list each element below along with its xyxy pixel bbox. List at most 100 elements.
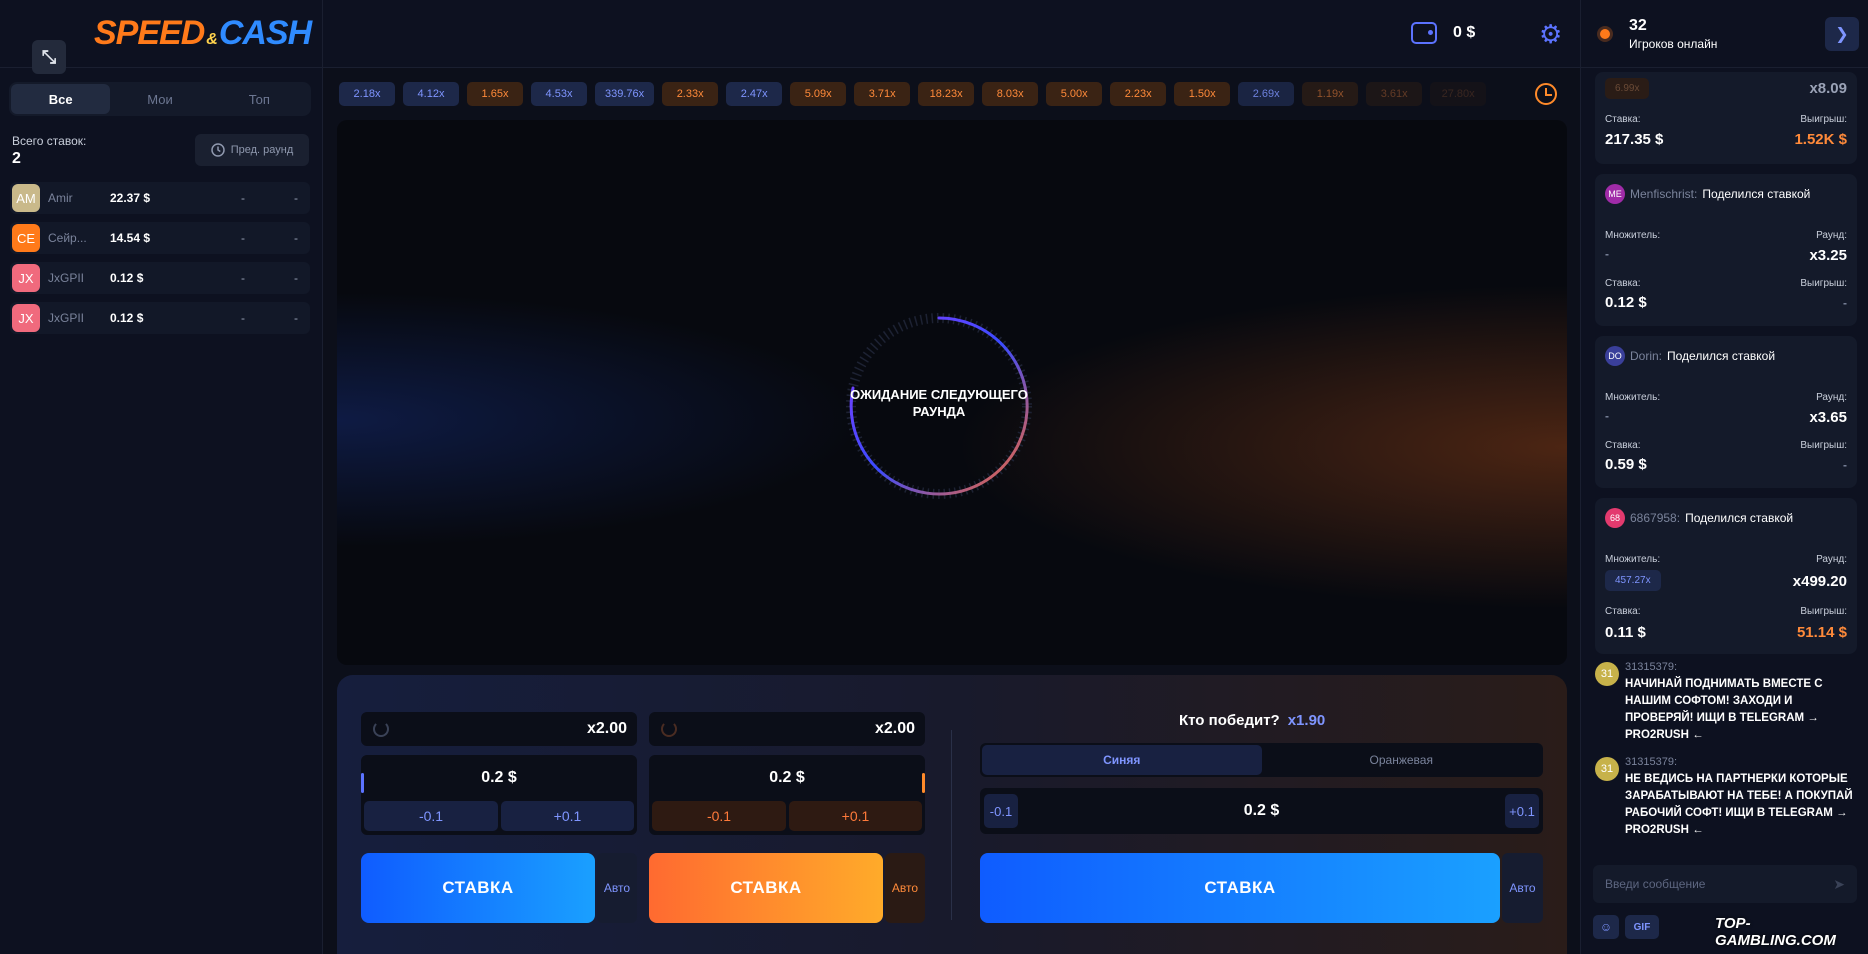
bet-user: Amir	[48, 191, 73, 205]
avatar: CE	[12, 224, 40, 252]
round-value: x3.65	[1809, 409, 1847, 426]
orange-bet-button[interactable]: СТАВКА	[649, 853, 883, 923]
message-author: 31315379:	[1625, 661, 1677, 673]
shared-bet-card: 6.99x x8.09 Ставка: Выигрыш: 217.35 $ 1.…	[1595, 72, 1857, 164]
emoji-icon[interactable]: ☺	[1593, 915, 1619, 939]
orange-minus-button[interactable]: -0.1	[652, 801, 786, 831]
blue-amount-box: 0.2 $ -0.1 +0.1	[361, 755, 637, 835]
orange-plus-button[interactable]: +0.1	[789, 801, 922, 831]
card-action: Поделился ставкой	[1702, 187, 1811, 201]
history-chip: 3.71x	[854, 82, 911, 106]
history-chip: 5.00x	[1046, 82, 1103, 106]
orange-multiplier-value: x2.00	[874, 720, 915, 737]
power-icon[interactable]	[373, 721, 389, 737]
round-label: Раунд:	[1816, 554, 1847, 565]
clock-icon	[210, 143, 225, 157]
win-label: Выигрыш:	[1800, 606, 1847, 617]
bet-user: JxGPII	[48, 311, 85, 325]
bet-amount: 22.37 $	[110, 191, 151, 205]
duel-question: Кто победит?	[1179, 712, 1280, 729]
tab-mine[interactable]: Мои	[110, 84, 209, 114]
history-chip: 5.09x	[790, 82, 847, 106]
game-area: ОЖИДАНИЕ СЛЕДУЮЩЕГО РАУНДА	[337, 120, 1567, 665]
card-header: 68 6867958: Поделился ставкой	[1605, 508, 1793, 528]
avatar: ME	[1605, 184, 1625, 204]
round-label: Раунд:	[1816, 392, 1847, 403]
table-row: AM Amir 22.37 $ - -	[10, 182, 310, 214]
blue-auto-button[interactable]: Авто	[597, 853, 637, 923]
chat-feed: 6.99x x8.09 Ставка: Выигрыш: 217.35 $ 1.…	[1595, 68, 1857, 664]
win-label: Выигрыш:	[1800, 278, 1847, 289]
blue-bet-button[interactable]: СТАВКА	[361, 853, 595, 923]
orange-auto-button[interactable]: Авто	[885, 853, 925, 923]
total-bets-label: Всего ставок:	[12, 134, 87, 148]
bets-list: AM Amir 22.37 $ - - CE Сейр... 14.54 $ -…	[10, 182, 310, 342]
bet-panel: x2.00 0.2 $ -0.1 +0.1 СТАВКА Авто x2.00 …	[337, 675, 1567, 954]
bet-amount: 14.54 $	[110, 231, 151, 245]
duel-coef: x1.90	[1287, 712, 1326, 729]
watermark: TOP-GAMBLING.COM	[1715, 915, 1836, 949]
history-chip: 27.80x	[1430, 82, 1487, 106]
tab-orange-side[interactable]: Оранжевая	[1262, 745, 1542, 775]
multiplier-history: 2.18x 4.12x 1.65x 4.53x 339.76x 2.33x 2.…	[339, 82, 1487, 106]
power-icon[interactable]	[661, 721, 677, 737]
bets-tabs: Все Мои Топ	[9, 82, 311, 116]
gif-button[interactable]: GIF	[1625, 915, 1659, 939]
history-chip: 1.19x	[1302, 82, 1359, 106]
avatar: 31	[1595, 757, 1619, 781]
bet-label: Ставка:	[1605, 606, 1641, 617]
bet-multiplier: -	[241, 271, 245, 285]
history-chip: 8.03x	[982, 82, 1039, 106]
avatar: 31	[1595, 662, 1619, 686]
avatar: 68	[1605, 508, 1625, 528]
online-dot-icon	[1600, 29, 1610, 39]
total-bets-value: 2	[12, 150, 21, 167]
shared-bet-card: ME Menfischrist: Поделился ставкой Множи…	[1595, 174, 1857, 326]
blue-minus-button[interactable]: -0.1	[364, 801, 498, 831]
logo: SPEED &CASH	[94, 14, 312, 52]
send-icon[interactable]: ➤	[1833, 876, 1845, 893]
round-value: x499.20	[1792, 573, 1847, 590]
history-chip: 2.47x	[726, 82, 783, 106]
history-clock-icon[interactable]	[1535, 83, 1557, 105]
history-chip: 2.18x	[339, 82, 395, 106]
history-chip: 3.61x	[1366, 82, 1423, 106]
chevron-right-icon[interactable]: ❯	[1825, 17, 1859, 51]
avatar: JX	[12, 304, 40, 332]
bet-win: -	[294, 271, 298, 285]
tab-all[interactable]: Все	[11, 84, 111, 114]
win-value: 51.14 $	[1796, 624, 1847, 641]
multiplier-pill: 457.27x	[1605, 570, 1661, 591]
message-text: НАЧИНАЙ ПОДНИМАТЬ ВМЕСТЕ С НАШИМ СОФТОМ!…	[1625, 678, 1823, 741]
blue-cashout-multiplier[interactable]: x2.00	[361, 712, 637, 746]
logo-area: SPEED &CASH ⤡	[0, 0, 322, 74]
prev-round-button[interactable]: Пред. раунд	[195, 134, 309, 166]
win-value: -	[1843, 458, 1847, 472]
balance: 0 $	[1453, 24, 1476, 41]
duel-title: Кто победит? x1.90	[1179, 712, 1325, 729]
total-bets: Всего ставок: 2	[12, 134, 86, 168]
chat-input[interactable]	[1593, 865, 1813, 903]
message-text: НЕ ВЕДИСЬ НА ПАРТНЕРКИ КОТОРЫЕ ЗАРАБАТЫВ…	[1625, 773, 1853, 836]
collapse-icon[interactable]: ⤡	[32, 40, 66, 74]
card-user: 6867958:	[1630, 511, 1681, 525]
blue-plus-button[interactable]: +0.1	[501, 801, 634, 831]
orange-amount-box: 0.2 $ -0.1 +0.1	[649, 755, 925, 835]
duel-bet-button[interactable]: СТАВКА	[980, 853, 1500, 923]
history-chip: 2.69x	[1238, 82, 1295, 106]
history-chip: 339.76x	[595, 82, 655, 106]
round-value: x3.25	[1809, 247, 1847, 264]
shared-bet-card: DO Dorin: Поделился ставкой Множитель: Р…	[1595, 336, 1857, 488]
avatar: DO	[1605, 346, 1625, 366]
duel-plus-button[interactable]: +0.1	[1505, 794, 1539, 828]
tab-blue-side[interactable]: Синяя	[982, 745, 1262, 775]
win-label: Выигрыш:	[1800, 440, 1847, 451]
gear-icon[interactable]: ⚙	[1539, 19, 1562, 50]
tab-top[interactable]: Топ	[210, 84, 309, 114]
duel-auto-button[interactable]: Авто	[1502, 853, 1543, 923]
card-header: DO Dorin: Поделился ставкой	[1605, 346, 1775, 366]
card-header: ME Menfischrist: Поделился ставкой	[1605, 184, 1810, 204]
orange-cashout-multiplier[interactable]: x2.00	[649, 712, 925, 746]
wallet-icon[interactable]	[1411, 22, 1437, 44]
mult-label: Множитель:	[1605, 554, 1661, 565]
